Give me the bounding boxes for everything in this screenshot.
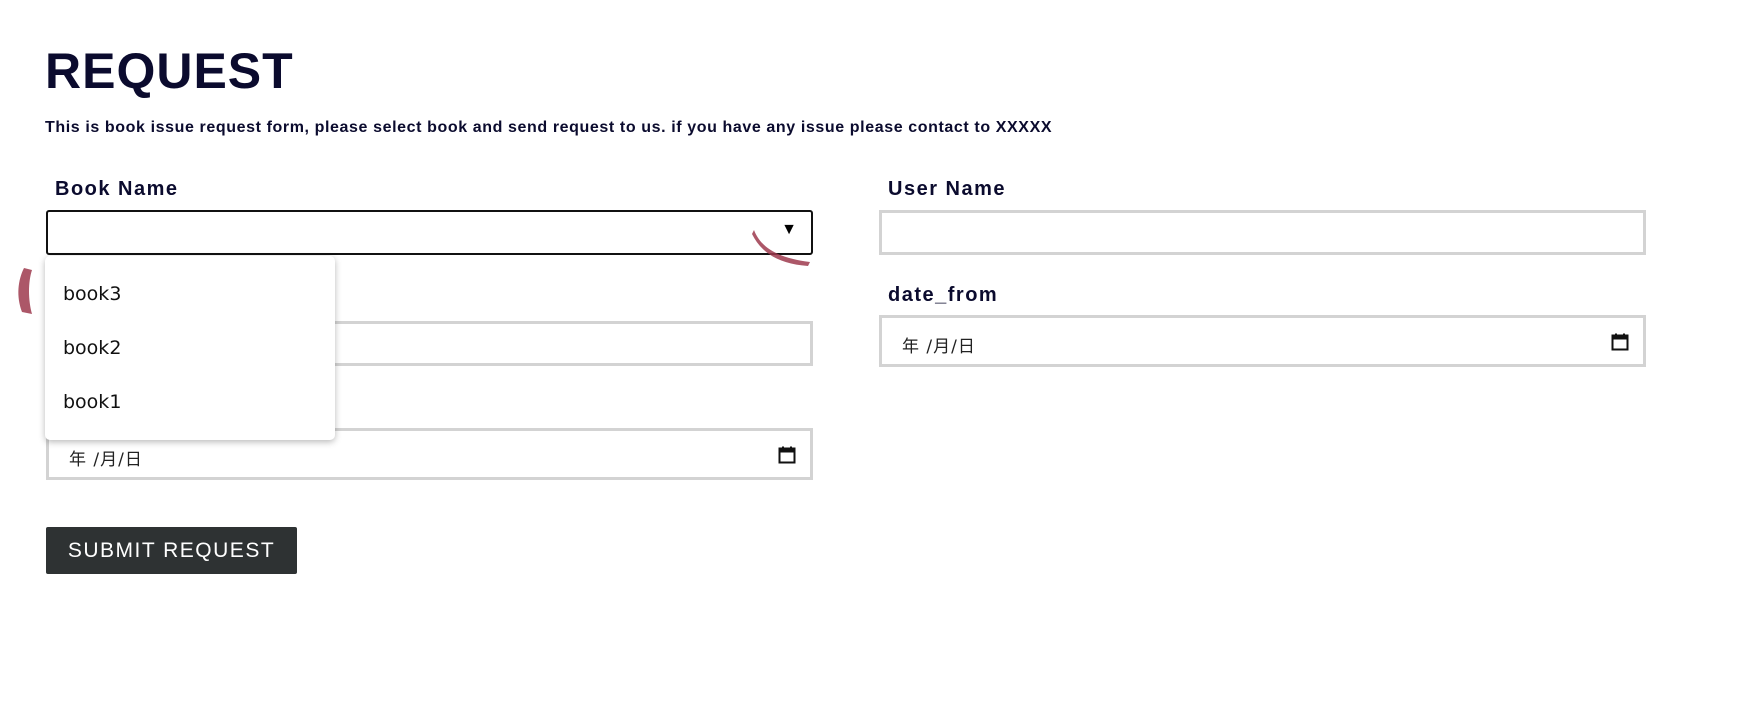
calendar-icon[interactable]: [1611, 333, 1629, 351]
dropdown-option-book3[interactable]: book3: [63, 283, 121, 305]
date-from-placeholder: 年 /月/日: [902, 337, 976, 357]
user-name-label: User Name: [888, 178, 1007, 200]
request-page: REQUEST This is book issue request form,…: [0, 0, 1764, 705]
calendar-icon[interactable]: [778, 446, 796, 464]
page-description: This is book issue request form, please …: [45, 119, 1053, 136]
dropdown-option-book2[interactable]: book2: [63, 337, 121, 359]
page-title: REQUEST: [45, 43, 294, 99]
dropdown-option-book1[interactable]: book1: [63, 391, 121, 413]
user-name-input[interactable]: [879, 210, 1646, 255]
book-name-dropdown-list: book3 book2 book1: [45, 256, 335, 440]
brush-stroke-mark: [752, 230, 810, 266]
brush-stroke-mark: [18, 268, 32, 314]
book-name-select[interactable]: ▼: [46, 210, 813, 255]
book-name-label: Book Name: [55, 178, 179, 200]
date-from-input[interactable]: 年 /月/日: [879, 315, 1646, 367]
date-from-label: date_from: [888, 284, 999, 306]
date-to-placeholder: 年 /月/日: [69, 450, 143, 470]
submit-request-button[interactable]: SUBMIT REQUEST: [46, 527, 297, 574]
